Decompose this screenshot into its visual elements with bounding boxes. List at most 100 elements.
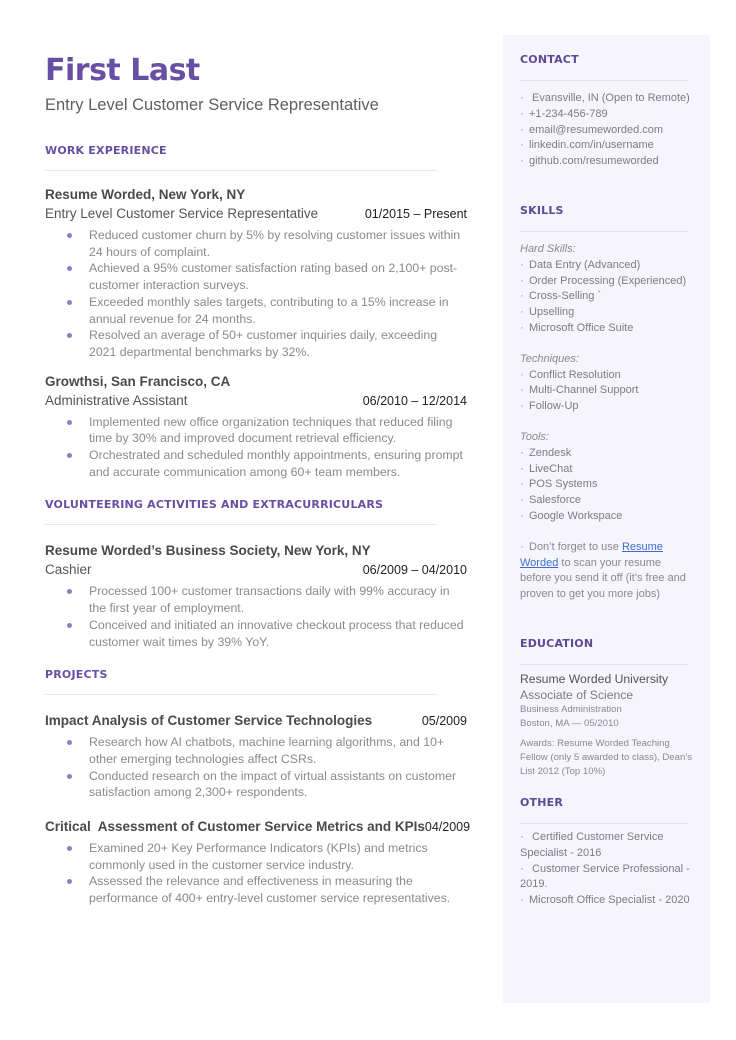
section-divider <box>520 822 688 824</box>
other-item: · Certified Customer Service Specialist … <box>520 830 664 859</box>
bullet-item: Processed 100+ customer transactions dai… <box>45 583 467 616</box>
bullet-icon: · <box>520 494 524 507</box>
candidate-headline: Entry Level Customer Service Representat… <box>45 96 379 114</box>
other-item: · Microsoft Office Specialist - 2020 <box>520 893 693 909</box>
skill-item: · POS Systems <box>520 477 693 493</box>
bullet-dot-icon <box>67 622 72 628</box>
entry-organization: Growthsi, San Francisco, CA <box>45 373 231 389</box>
contact-email[interactable]: · email@resumeworded.com <box>520 123 693 139</box>
section-title-volunteering: VOLUNTEERING ACTIVITIES AND EXTRACURRICU… <box>45 498 384 512</box>
bullet-icon: · <box>520 862 524 875</box>
education-section: EDUCATION Resume Worded University Assoc… <box>520 637 693 779</box>
volunteering-section: VOLUNTEERING ACTIVITIES AND EXTRACURRICU… <box>45 498 467 650</box>
bullet-icon: · <box>520 290 524 303</box>
bullet-icon: · <box>520 107 524 120</box>
bullet-icon: · <box>520 509 524 522</box>
bullet-icon: · <box>520 92 524 104</box>
bullet-item: Conducted research on the impact of virt… <box>45 768 467 801</box>
skill-item: · Data Entry (Advanced) <box>520 258 693 274</box>
entry-role: Entry Level Customer Service Representat… <box>45 206 319 221</box>
section-divider <box>520 230 688 232</box>
bullet-icon: · <box>520 258 524 271</box>
resume-worded-note: · Don’t forget to use Resume Worded to sc… <box>520 540 686 601</box>
bullet-dot-icon <box>67 589 72 595</box>
bullet-icon: · <box>520 155 524 168</box>
bullet-item: Reduced customer churn by 5% by resolvin… <box>45 227 467 260</box>
skill-item: · Cross-Selling ` <box>520 289 693 305</box>
bullet-icon: · <box>520 830 524 843</box>
entry-organization: Resume Worded, New York, NY <box>45 187 246 202</box>
entry-role: Administrative Assistant <box>45 392 188 408</box>
bullet-dot-icon <box>67 773 72 779</box>
section-divider <box>520 80 688 81</box>
contact-section: CONTACT · Evansville, IN (Open to Remote… <box>520 53 693 170</box>
section-title-other: OTHER <box>520 795 564 809</box>
bullet-icon: · <box>520 274 524 287</box>
project-bullets: Research how AI chatbots, machine learni… <box>45 734 467 801</box>
bullet-icon: · <box>520 384 524 397</box>
bullet-item: Examined 20+ Key Performance Indicators … <box>45 840 467 873</box>
bullet-icon: · <box>520 306 524 319</box>
bullet-item: Resolved an average of 50+ customer inqu… <box>45 327 467 360</box>
section-title-work: WORK EXPERIENCE <box>45 144 167 157</box>
skill-group-label: Hard Skills: <box>520 242 576 255</box>
entry-bullets: Implemented new office organization tech… <box>45 414 467 481</box>
bullet-item: Implemented new office organization tech… <box>45 414 467 447</box>
bullet-icon: · <box>520 540 524 553</box>
bullet-item: Exceeded monthly sales targets, contribu… <box>45 294 467 327</box>
bullet-icon: · <box>520 462 524 475</box>
entry-bullets: Processed 100+ customer transactions dai… <box>45 583 467 650</box>
bullet-icon: · <box>520 446 524 459</box>
project-entry: Critical Assessment of Customer Service … <box>45 817 470 907</box>
bullet-icon: · <box>520 123 524 136</box>
work-experience-section: WORK EXPERIENCE Resume Worded, New York,… <box>45 144 467 480</box>
section-title-education: EDUCATION <box>520 636 594 650</box>
contact-linkedin[interactable]: · linkedin.com/in/username <box>520 138 693 154</box>
project-date: 05/2009 <box>421 714 467 729</box>
contact-phone[interactable]: · +1-234-456-789 <box>520 107 693 123</box>
bullet-dot-icon <box>67 233 72 238</box>
education-degree: Associate of Science <box>520 687 634 702</box>
skills-section: SKILLS Hard Skills: · Data Entry (Advance… <box>520 204 693 603</box>
project-title: Critical Assessment of Customer Service … <box>45 819 425 835</box>
bullet-dot-icon <box>67 453 72 459</box>
skill-group-label: Tools: <box>520 430 549 443</box>
skill-group-hard: Hard Skills: · Data Entry (Advanced) · Ord… <box>520 242 693 337</box>
education-field: Business Administration <box>520 703 622 715</box>
entry-date: 06/2010 – 12/2014 <box>362 393 467 408</box>
project-entry: Impact Analysis of Customer Service Tech… <box>45 711 467 801</box>
skill-item: · Multi-Channel Support <box>520 383 693 399</box>
bullet-dot-icon <box>67 740 72 746</box>
bullet-item: Research how AI chatbots, machine learni… <box>45 734 467 767</box>
contact-location: · Evansville, IN (Open to Remote) <box>520 91 693 107</box>
bullet-item: Assessed the relevance and effectiveness… <box>45 873 467 906</box>
skill-item: · Order Processing (Experienced) <box>520 274 693 290</box>
bullet-dot-icon <box>67 846 72 852</box>
section-divider <box>45 694 437 696</box>
bullet-dot-icon <box>67 879 72 885</box>
bullet-dot-icon <box>67 299 72 305</box>
work-entry: Resume Worded, New York, NY Entry Level … <box>45 185 467 361</box>
contact-github[interactable]: · github.com/resumeworded <box>520 154 693 170</box>
volunteering-entry: Resume Worded’s Business Society, New Yo… <box>45 541 467 650</box>
bullet-item: Orchestrated and scheduled monthly appoi… <box>45 447 467 480</box>
skill-item: · Zendesk <box>520 446 693 462</box>
project-title: Impact Analysis of Customer Service Tech… <box>45 713 373 729</box>
bullet-dot-icon <box>67 266 72 272</box>
education-awards: Awards: Resume Worded Teaching Fellow (o… <box>520 737 693 777</box>
section-divider <box>45 524 437 526</box>
bullet-item: Conceived and initiated an innovative ch… <box>45 617 467 650</box>
skill-item: · LiveChat <box>520 462 693 478</box>
skill-item: · Microsoft Office Suite <box>520 321 693 337</box>
main-column: First Last Entry Level Customer Service … <box>45 52 470 907</box>
bullet-icon: · <box>520 400 524 413</box>
bullet-dot-icon <box>67 419 72 425</box>
sidebar: CONTACT · Evansville, IN (Open to Remote… <box>503 35 710 1003</box>
other-section: OTHER · Certified Customer Service Speci… <box>520 796 693 909</box>
skill-item: · Follow-Up <box>520 399 693 415</box>
entry-date: 06/2009 – 04/2010 <box>362 563 467 578</box>
education-location-date: Boston, MA — 05/2010 <box>520 717 619 729</box>
skill-group-label: Techniques: <box>520 352 579 365</box>
projects-section: PROJECTS Impact Analysis of Customer Ser… <box>45 668 470 907</box>
candidate-name: First Last <box>45 53 200 88</box>
